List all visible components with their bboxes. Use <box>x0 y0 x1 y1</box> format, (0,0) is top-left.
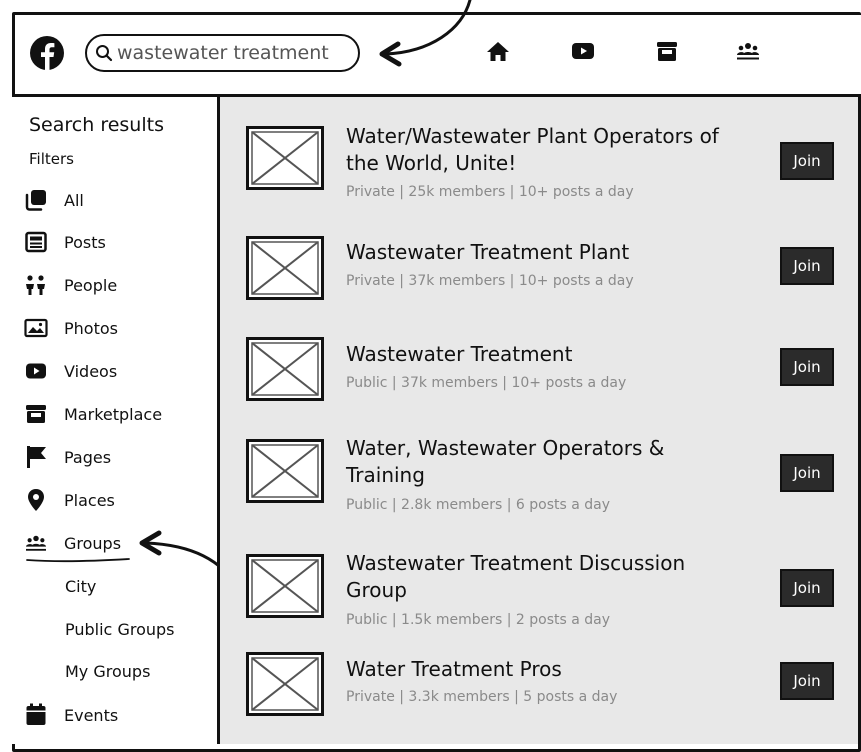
video-icon <box>24 360 48 382</box>
sidebar-item-groups[interactable]: Groups <box>24 528 121 558</box>
groups-icon[interactable] <box>736 40 760 62</box>
join-button[interactable]: Join <box>780 662 834 700</box>
photos-icon <box>24 317 48 339</box>
sidebar-subitem-public-groups[interactable]: Public Groups <box>65 616 174 642</box>
calendar-icon <box>24 703 48 726</box>
sidebar-item-marketplace[interactable]: Marketplace <box>24 399 162 429</box>
group-thumbnail-placeholder[interactable] <box>246 126 324 190</box>
home-icon[interactable] <box>486 40 510 62</box>
sidebar-item-label: Groups <box>64 533 122 553</box>
sidebar-item-label: Places <box>64 490 115 510</box>
group-title[interactable]: Water/Wastewater Plant Operators of the … <box>346 123 746 177</box>
group-meta: Public | 1.5k members | 2 posts a day <box>346 612 611 628</box>
group-title-line2: Group <box>346 578 407 602</box>
group-thumbnail-placeholder[interactable] <box>246 337 324 401</box>
group-title[interactable]: Water Treatment Pros <box>346 656 746 683</box>
sidebar-item-people[interactable]: People <box>24 270 117 300</box>
filters-label: Filters <box>29 150 74 168</box>
join-button[interactable]: Join <box>780 142 834 180</box>
groups-icon <box>24 532 48 554</box>
join-button[interactable]: Join <box>780 247 834 285</box>
location-pin-icon <box>24 489 48 511</box>
group-title-line1: Water Treatment Pros <box>346 657 562 681</box>
sidebar-item-events[interactable]: Events <box>24 700 118 730</box>
group-title-line1: Wastewater Treatment Discussion <box>346 551 686 575</box>
group-title[interactable]: Wastewater Treatment Discussion Group <box>346 550 746 604</box>
join-button[interactable]: Join <box>780 569 834 607</box>
group-title-line1: Wastewater Treatment Plant <box>346 240 630 264</box>
sidebar-item-all[interactable]: All <box>24 185 84 215</box>
sidebar-item-places[interactable]: Places <box>24 485 115 515</box>
sidebar-item-label: Marketplace <box>64 404 163 424</box>
group-title-line2: Training <box>346 463 425 487</box>
groups-selected-underline <box>26 558 130 562</box>
flag-icon <box>24 446 48 468</box>
group-thumbnail-placeholder[interactable] <box>246 439 324 503</box>
sidebar-item-label: Pages <box>64 447 112 467</box>
posts-icon <box>24 231 48 253</box>
sidebar-item-label: Events <box>64 705 119 725</box>
group-thumbnail-placeholder[interactable] <box>246 554 324 618</box>
search-icon <box>96 45 113 62</box>
marketplace-icon[interactable] <box>655 40 679 62</box>
all-icon <box>24 189 48 211</box>
group-title[interactable]: Wastewater Treatment Plant <box>346 239 746 266</box>
facebook-logo[interactable] <box>30 36 64 70</box>
video-icon[interactable] <box>571 40 595 62</box>
search-box[interactable] <box>85 34 360 72</box>
sidebar-item-label: Videos <box>64 361 118 381</box>
sidebar-subitem-city[interactable]: City <box>65 573 96 599</box>
people-icon <box>24 274 48 296</box>
group-title-line1: Water/Wastewater Plant Operators of <box>346 124 719 148</box>
join-button[interactable]: Join <box>780 454 834 492</box>
group-thumbnail-placeholder[interactable] <box>246 652 324 716</box>
group-title-line1: Wastewater Treatment <box>346 342 573 366</box>
group-thumbnail-placeholder[interactable] <box>246 236 324 300</box>
group-meta: Private | 37k members | 10+ posts a day <box>346 273 634 289</box>
marketplace-icon <box>24 403 48 425</box>
group-title[interactable]: Wastewater Treatment <box>346 341 746 368</box>
join-button[interactable]: Join <box>780 348 834 386</box>
group-title[interactable]: Water, Wastewater Operators & Training <box>346 435 746 489</box>
group-meta: Public | 2.8k members | 6 posts a day <box>346 497 611 513</box>
sidebar-item-label: People <box>64 275 118 295</box>
search-input[interactable] <box>117 42 347 64</box>
sidebar-item-posts[interactable]: Posts <box>24 227 106 257</box>
group-meta: Public | 37k members | 10+ posts a day <box>346 375 627 391</box>
sidebar-title: Search results <box>29 114 164 136</box>
group-meta: Private | 3.3k members | 5 posts a day <box>346 689 618 705</box>
sidebar-item-label: Posts <box>64 232 106 252</box>
sidebar-item-photos[interactable]: Photos <box>24 313 118 343</box>
group-title-line2: the World, Unite! <box>346 151 517 175</box>
group-meta: Private | 25k members | 10+ posts a day <box>346 184 634 200</box>
sidebar-item-label: Photos <box>64 318 118 338</box>
sidebar-item-videos[interactable]: Videos <box>24 356 117 386</box>
sidebar-subitem-my-groups[interactable]: My Groups <box>65 658 150 684</box>
sidebar-item-pages[interactable]: Pages <box>24 442 111 472</box>
sidebar-item-label: All <box>64 190 84 210</box>
group-title-line1: Water, Wastewater Operators & <box>346 436 665 460</box>
